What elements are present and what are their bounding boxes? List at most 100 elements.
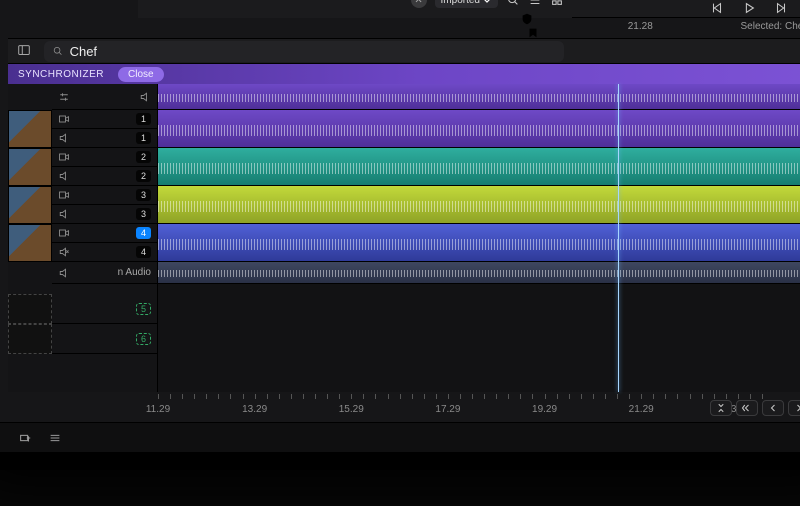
ruler-tick [279, 394, 280, 399]
track-thumbnail[interactable] [8, 186, 52, 224]
ruler-tick [448, 394, 449, 399]
lane-track-3[interactable] [158, 186, 800, 224]
lane-track-2[interactable] [158, 148, 800, 186]
filter-dropdown[interactable]: Imported [435, 0, 498, 8]
ruler-tick [412, 394, 413, 399]
mute-icon [58, 246, 70, 258]
ruler-tick [243, 394, 244, 399]
shield-icon[interactable] [520, 12, 534, 26]
selection-info: Selected: Chef_Just [741, 21, 800, 32]
ruler-tick [690, 394, 691, 399]
playhead[interactable] [618, 84, 619, 392]
stack-icon[interactable] [48, 431, 62, 445]
ruler-tick [472, 394, 473, 399]
speaker-icon [58, 170, 70, 182]
ruler-tick [218, 394, 219, 399]
grid-view-icon[interactable] [550, 0, 564, 7]
ruler-tick [182, 394, 183, 399]
ruler-tick [291, 394, 292, 399]
viewer-status-bar: 21.28 Selected: Chef_Just [508, 18, 800, 34]
ruler-tick [726, 394, 727, 399]
timeline-nav-cluster [710, 400, 800, 416]
empty-track-button[interactable]: 5 [52, 294, 157, 324]
video-track-button[interactable]: 4 [52, 224, 157, 243]
empty-track-thumbnail[interactable] [8, 324, 52, 354]
ruler-tick [617, 394, 618, 399]
list-view-icon[interactable] [528, 0, 542, 7]
video-track-button[interactable]: 3 [52, 186, 157, 205]
search-field[interactable] [44, 41, 564, 62]
ruler-label: 17.29 [435, 404, 460, 415]
ruler-tick [158, 394, 159, 399]
ruler-tick [375, 394, 376, 399]
lane-sync[interactable] [158, 84, 800, 110]
close-button[interactable]: Close [118, 67, 164, 82]
snap-button[interactable] [710, 400, 732, 416]
synchronizer-header: SYNCHRONIZER Close [8, 64, 800, 84]
play-icon[interactable] [742, 1, 756, 15]
video-icon [58, 189, 70, 201]
track-number: 3 [136, 189, 151, 201]
sliders-icon [58, 91, 70, 103]
speaker-icon [58, 208, 70, 220]
next-button[interactable] [788, 400, 800, 416]
clear-filter-icon[interactable]: ✕ [411, 0, 427, 8]
audio-track-button[interactable]: 2 [52, 167, 157, 186]
lane-track-4[interactable] [158, 224, 800, 262]
ruler-label: 21.29 [629, 404, 654, 415]
search-input[interactable] [70, 44, 556, 59]
lane-main-audio[interactable] [158, 262, 800, 284]
main-audio-button[interactable]: n Audio [52, 262, 157, 284]
audio-track-button[interactable]: 1 [52, 129, 157, 148]
ruler-tick [629, 394, 630, 399]
ruler-tick [255, 394, 256, 399]
ruler-tick [315, 394, 316, 399]
ruler-tick [714, 394, 715, 399]
track-thumbnail[interactable] [8, 224, 52, 262]
audio-track-button[interactable]: 4 [52, 243, 157, 262]
prev-edit-button[interactable] [736, 400, 758, 416]
time-ruler[interactable]: 11.29 13.29 15.29 17.29 19.29 21.29 23.2… [158, 392, 762, 418]
empty-track-thumbnail[interactable] [8, 294, 52, 324]
filter-label: Imported [441, 0, 480, 6]
ruler-tick [641, 394, 642, 399]
search-icon [52, 45, 64, 57]
track-thumbnail[interactable] [8, 110, 52, 148]
ruler-tick [605, 394, 606, 399]
ruler-tick [496, 394, 497, 399]
prev-button[interactable] [762, 400, 784, 416]
search-toggle-icon[interactable] [506, 0, 520, 7]
track-thumbnail[interactable] [8, 148, 52, 186]
track-adjust-button[interactable] [52, 84, 157, 110]
add-clip-icon[interactable] [18, 431, 32, 445]
audio-track-button[interactable]: 3 [52, 205, 157, 224]
ruler-tick [520, 394, 521, 399]
ruler-tick [532, 394, 533, 399]
empty-track-button[interactable]: 6 [52, 324, 157, 354]
ruler-label: 19.29 [532, 404, 557, 415]
lane-track-1[interactable] [158, 110, 800, 148]
ruler-tick [593, 394, 594, 399]
video-icon [58, 113, 70, 125]
timecode-display: 21.28 [628, 21, 653, 32]
ruler-tick [424, 394, 425, 399]
track-number: 1 [136, 113, 151, 125]
ruler-tick [581, 394, 582, 399]
sidebar-toggle-icon[interactable] [14, 43, 34, 60]
status-icons [520, 12, 540, 40]
video-track-button[interactable]: 2 [52, 148, 157, 167]
ruler-tick [702, 394, 703, 399]
ruler-tick [750, 394, 751, 399]
prev-clip-icon[interactable] [710, 1, 724, 15]
audio-track-number: 4 [136, 246, 151, 258]
timeline-lanes[interactable] [158, 84, 800, 392]
ruler-tick [388, 394, 389, 399]
next-clip-icon[interactable] [774, 1, 788, 15]
ruler-tick [569, 394, 570, 399]
library-icon[interactable] [0, 431, 2, 445]
ruler-tick [508, 394, 509, 399]
ruler-tick [665, 394, 666, 399]
video-track-button[interactable]: 1 [52, 110, 157, 129]
ruler-tick [170, 394, 171, 399]
speaker-icon [58, 132, 70, 144]
